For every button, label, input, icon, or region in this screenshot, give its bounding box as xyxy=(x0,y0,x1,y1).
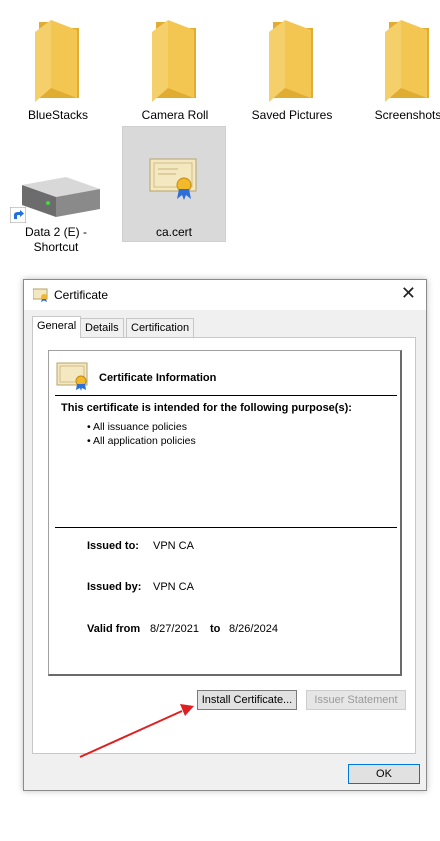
purpose-heading: This certificate is intended for the fol… xyxy=(61,402,352,414)
issued-to-label: Issued to: xyxy=(87,540,139,552)
tab-general[interactable]: General xyxy=(32,316,82,338)
purpose-item: • All issuance policies xyxy=(87,421,187,433)
desktop-item-label: Camera Roll xyxy=(141,108,209,122)
install-certificate-button[interactable]: Install Certificate... xyxy=(197,690,297,710)
dialog-title: Certificate xyxy=(54,288,109,302)
certificate-icon xyxy=(33,288,48,302)
issuer-statement-button: Issuer Statement xyxy=(306,690,406,710)
divider xyxy=(55,395,397,396)
close-icon[interactable]: ✕ xyxy=(401,284,416,302)
tab-certification-path[interactable]: Certification Path xyxy=(126,318,195,352)
folder-icon xyxy=(385,20,429,102)
ok-button[interactable]: OK xyxy=(348,764,420,784)
desktop-folder-saved-pictures[interactable]: Saved Pictures xyxy=(240,18,344,123)
divider xyxy=(55,527,397,528)
general-panel: Certificate Information This certificate… xyxy=(32,337,416,754)
certificate-info-box: Certificate Information This certificate… xyxy=(48,350,402,676)
certificate-icon xyxy=(149,158,197,200)
desktop-folder-bluestacks[interactable]: BlueStacks xyxy=(6,18,110,123)
purpose-item: • All application policies xyxy=(87,435,196,447)
issued-by-value: VPN CA xyxy=(153,581,194,593)
valid-from-label: Valid from xyxy=(87,623,141,635)
issued-by-label: Issued by: xyxy=(87,581,142,593)
certificate-icon xyxy=(56,362,88,391)
desktop-item-label: Shortcut xyxy=(33,240,79,254)
desktop-item-label: Saved Pictures xyxy=(251,108,333,122)
folder-icon xyxy=(35,20,79,102)
desktop-item-label: Screenshots xyxy=(374,108,440,122)
tab-details[interactable]: Details xyxy=(80,318,124,337)
valid-to-label: to xyxy=(210,623,221,635)
dialog-titlebar[interactable]: Certificate ✕ xyxy=(24,280,426,310)
valid-to-value: 8/26/2024 xyxy=(229,623,278,635)
desktop-item-label: BlueStacks xyxy=(27,108,89,122)
issued-to-value: VPN CA xyxy=(153,540,194,552)
folder-icon xyxy=(269,20,313,102)
desktop-file-ca-cert[interactable]: ca.cert xyxy=(122,126,226,242)
info-title: Certificate Information xyxy=(99,372,217,384)
desktop-item-label: Data 2 (E) - xyxy=(24,225,87,239)
valid-from-value: 8/27/2021 xyxy=(150,623,199,635)
desktop-item-label: ca.cert xyxy=(155,225,192,239)
desktop-folder-screenshots[interactable]: Screenshots xyxy=(356,18,440,123)
desktop-drive-shortcut[interactable]: Data 2 (E) - Shortcut xyxy=(4,165,108,255)
folder-icon xyxy=(152,20,196,102)
shortcut-arrow-icon xyxy=(10,207,26,223)
desktop-folder-camera-roll[interactable]: Camera Roll xyxy=(123,18,227,123)
certificate-dialog: Certificate ✕ General Details Certificat… xyxy=(23,279,427,791)
